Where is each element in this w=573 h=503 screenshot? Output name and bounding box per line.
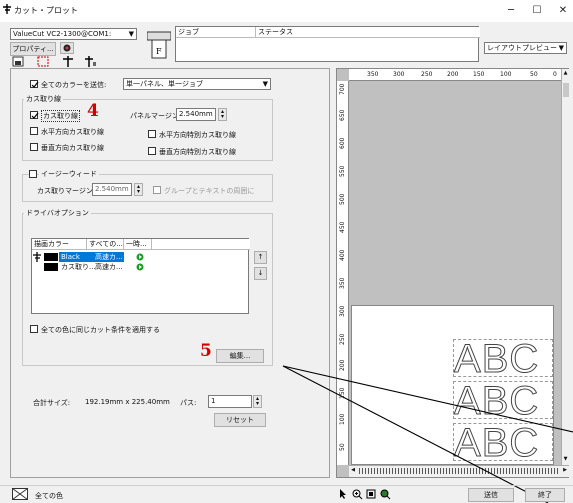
zoom-in-icon[interactable] <box>352 489 363 500</box>
pointer-tool-icon[interactable] <box>339 489 348 500</box>
zoom-out-icon[interactable] <box>380 489 391 500</box>
send-button[interactable]: 送信 <box>468 488 514 502</box>
all-colors-label: 全ての色 <box>35 492 63 500</box>
all-colors-icon <box>12 488 28 500</box>
zoom-fit-icon[interactable] <box>366 489 377 500</box>
finish-button[interactable]: 終了 <box>525 488 565 502</box>
callout-lines <box>282 365 573 503</box>
